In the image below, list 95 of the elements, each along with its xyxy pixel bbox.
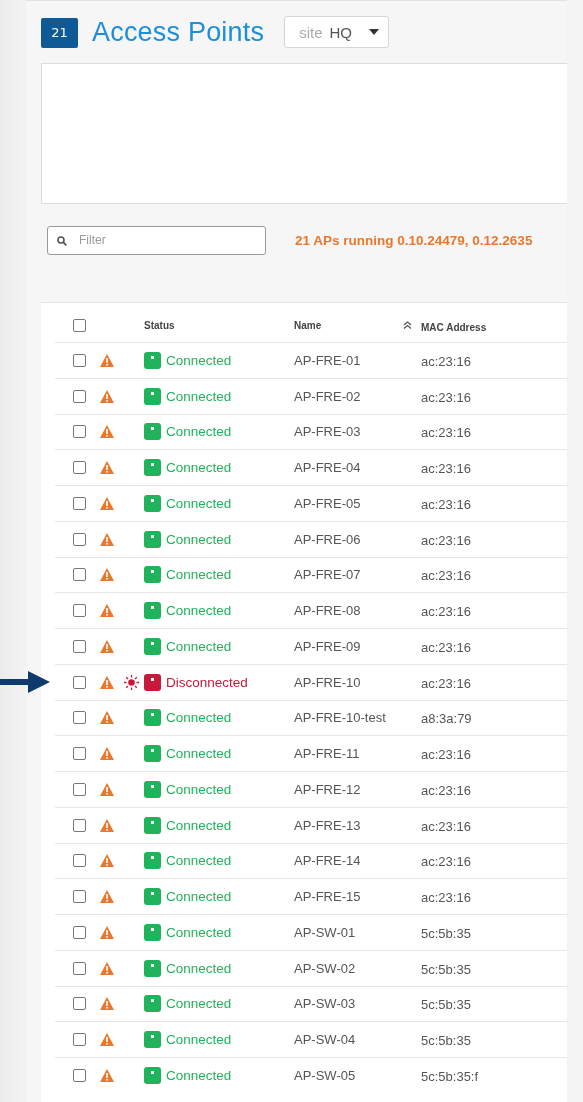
count-badge: 21 [41, 17, 78, 48]
row-checkbox[interactable] [73, 1033, 86, 1047]
status-text: Connected [166, 388, 232, 404]
table-cell: 5c:5b:35:f [421, 1068, 479, 1084]
row-checkbox[interactable] [73, 961, 86, 975]
table-cell: AP-FRE-05 [294, 495, 361, 511]
table-cell: ac:23:16 [421, 639, 471, 655]
status-text: Connected [166, 817, 232, 833]
table-cell: a8:3a:79 [421, 711, 472, 727]
table-cell: 5c:5b:35 [421, 997, 471, 1013]
row-checkbox[interactable] [73, 747, 86, 761]
status-text: Connected [166, 746, 232, 762]
row-checkbox[interactable] [73, 782, 86, 796]
table-cell: ac:23:16 [421, 568, 471, 584]
table-cell: ac:23:16 [421, 353, 471, 369]
table-cell: AP-FRE-11 [294, 746, 360, 762]
table-cell: ac:23:16 [421, 890, 471, 906]
table-cell: AP-FRE-04 [294, 460, 361, 476]
table-cell: ac:23:16 [421, 389, 471, 405]
column-header[interactable]: Status [144, 319, 175, 331]
table-cell: 5c:5b:35 [421, 925, 471, 941]
table-cell: 5c:5b:35 [421, 961, 471, 977]
table-cell: ac:23:16 [421, 496, 471, 512]
table-cell: 5c:5b:35 [421, 1033, 471, 1049]
table-cell: AP-FRE-01 [294, 352, 361, 368]
table-cell: AP-SW-01 [294, 924, 356, 940]
table-cell: AP-FRE-10-test [294, 710, 386, 726]
status-text: Connected [166, 460, 232, 476]
status-text: Connected [166, 853, 232, 869]
row-checkbox[interactable] [73, 925, 86, 939]
status-text: Connected [166, 889, 232, 905]
table-cell: ac:23:16 [421, 532, 471, 548]
filter-field[interactable]: Filter [47, 225, 266, 255]
row-checkbox[interactable] [73, 711, 86, 725]
table-cell: ac:23:16 [421, 425, 471, 441]
status-text: Connected [166, 424, 232, 440]
table-cell: ac:23:16 [421, 675, 471, 691]
row-checkbox[interactable] [73, 675, 86, 689]
status-text: Connected [166, 638, 232, 654]
table-cell: AP-FRE-06 [294, 531, 361, 547]
sort-icon[interactable] [403, 321, 412, 329]
row-checkbox[interactable] [73, 604, 86, 618]
table-cell: ac:23:16 [421, 604, 471, 620]
table-cell: AP-FRE-13 [294, 817, 361, 833]
table-cell: AP-FRE-08 [294, 603, 361, 619]
row-checkbox[interactable] [73, 997, 86, 1011]
column-header[interactable]: Name [294, 319, 322, 331]
status-text: Connected [166, 781, 232, 797]
status-text: Connected [166, 495, 232, 511]
status-text: Connected [166, 710, 232, 726]
status-text: Connected [166, 352, 232, 368]
status-text: Connected [166, 603, 232, 619]
caret-icon [369, 29, 379, 35]
status-text: Connected [166, 996, 232, 1012]
column-header[interactable]: MAC Address [421, 321, 487, 333]
version-notice: 21 APs running 0.10.24479, 0.12.2635 [295, 232, 533, 248]
table-cell: ac:23:16 [421, 854, 471, 870]
table-cell: AP-FRE-02 [294, 388, 361, 404]
table-cell: AP-FRE-15 [294, 889, 361, 905]
table-cell: AP-FRE-12 [294, 781, 361, 797]
page-title: Access Points [92, 16, 265, 48]
status-text: Connected [166, 960, 232, 976]
row-checkbox[interactable] [73, 532, 86, 546]
table-cell: AP-SW-02 [294, 960, 356, 976]
status-text: Disconnected [166, 674, 248, 690]
status-text: Connected [166, 531, 232, 547]
row-checkbox[interactable] [73, 890, 86, 904]
row-checkbox[interactable] [73, 639, 86, 653]
row-checkbox[interactable] [73, 425, 86, 439]
table-cell: ac:23:16 [421, 782, 471, 798]
status-text: Connected [166, 1067, 232, 1083]
table-cell: AP-FRE-09 [294, 638, 361, 654]
table-cell: AP-SW-04 [294, 1032, 356, 1048]
select-all-checkbox[interactable] [73, 318, 86, 332]
site-dropdown[interactable]: site HQ [284, 16, 390, 48]
row-checkbox[interactable] [73, 1068, 86, 1082]
table-cell: ac:23:16 [421, 818, 471, 834]
table-cell: ac:23:16 [421, 747, 471, 763]
row-checkbox[interactable] [73, 496, 86, 510]
row-checkbox[interactable] [73, 568, 86, 582]
table-cell: AP-SW-03 [294, 996, 356, 1012]
status-text: Connected [166, 567, 232, 583]
row-checkbox[interactable] [73, 854, 86, 868]
table-cell: ac:23:16 [421, 461, 471, 477]
table-cell: AP-FRE-10 [294, 674, 361, 690]
row-checkbox[interactable] [73, 353, 86, 367]
table-cell: AP-FRE-03 [294, 424, 361, 440]
row-checkbox[interactable] [73, 461, 86, 475]
status-text: Connected [166, 924, 232, 940]
row-checkbox[interactable] [73, 389, 86, 403]
status-text: Connected [166, 1032, 232, 1048]
table-cell: AP-FRE-14 [294, 853, 361, 869]
table-cell: AP-FRE-07 [294, 567, 361, 583]
table-cell: AP-SW-05 [294, 1067, 356, 1083]
row-checkbox[interactable] [73, 818, 86, 832]
